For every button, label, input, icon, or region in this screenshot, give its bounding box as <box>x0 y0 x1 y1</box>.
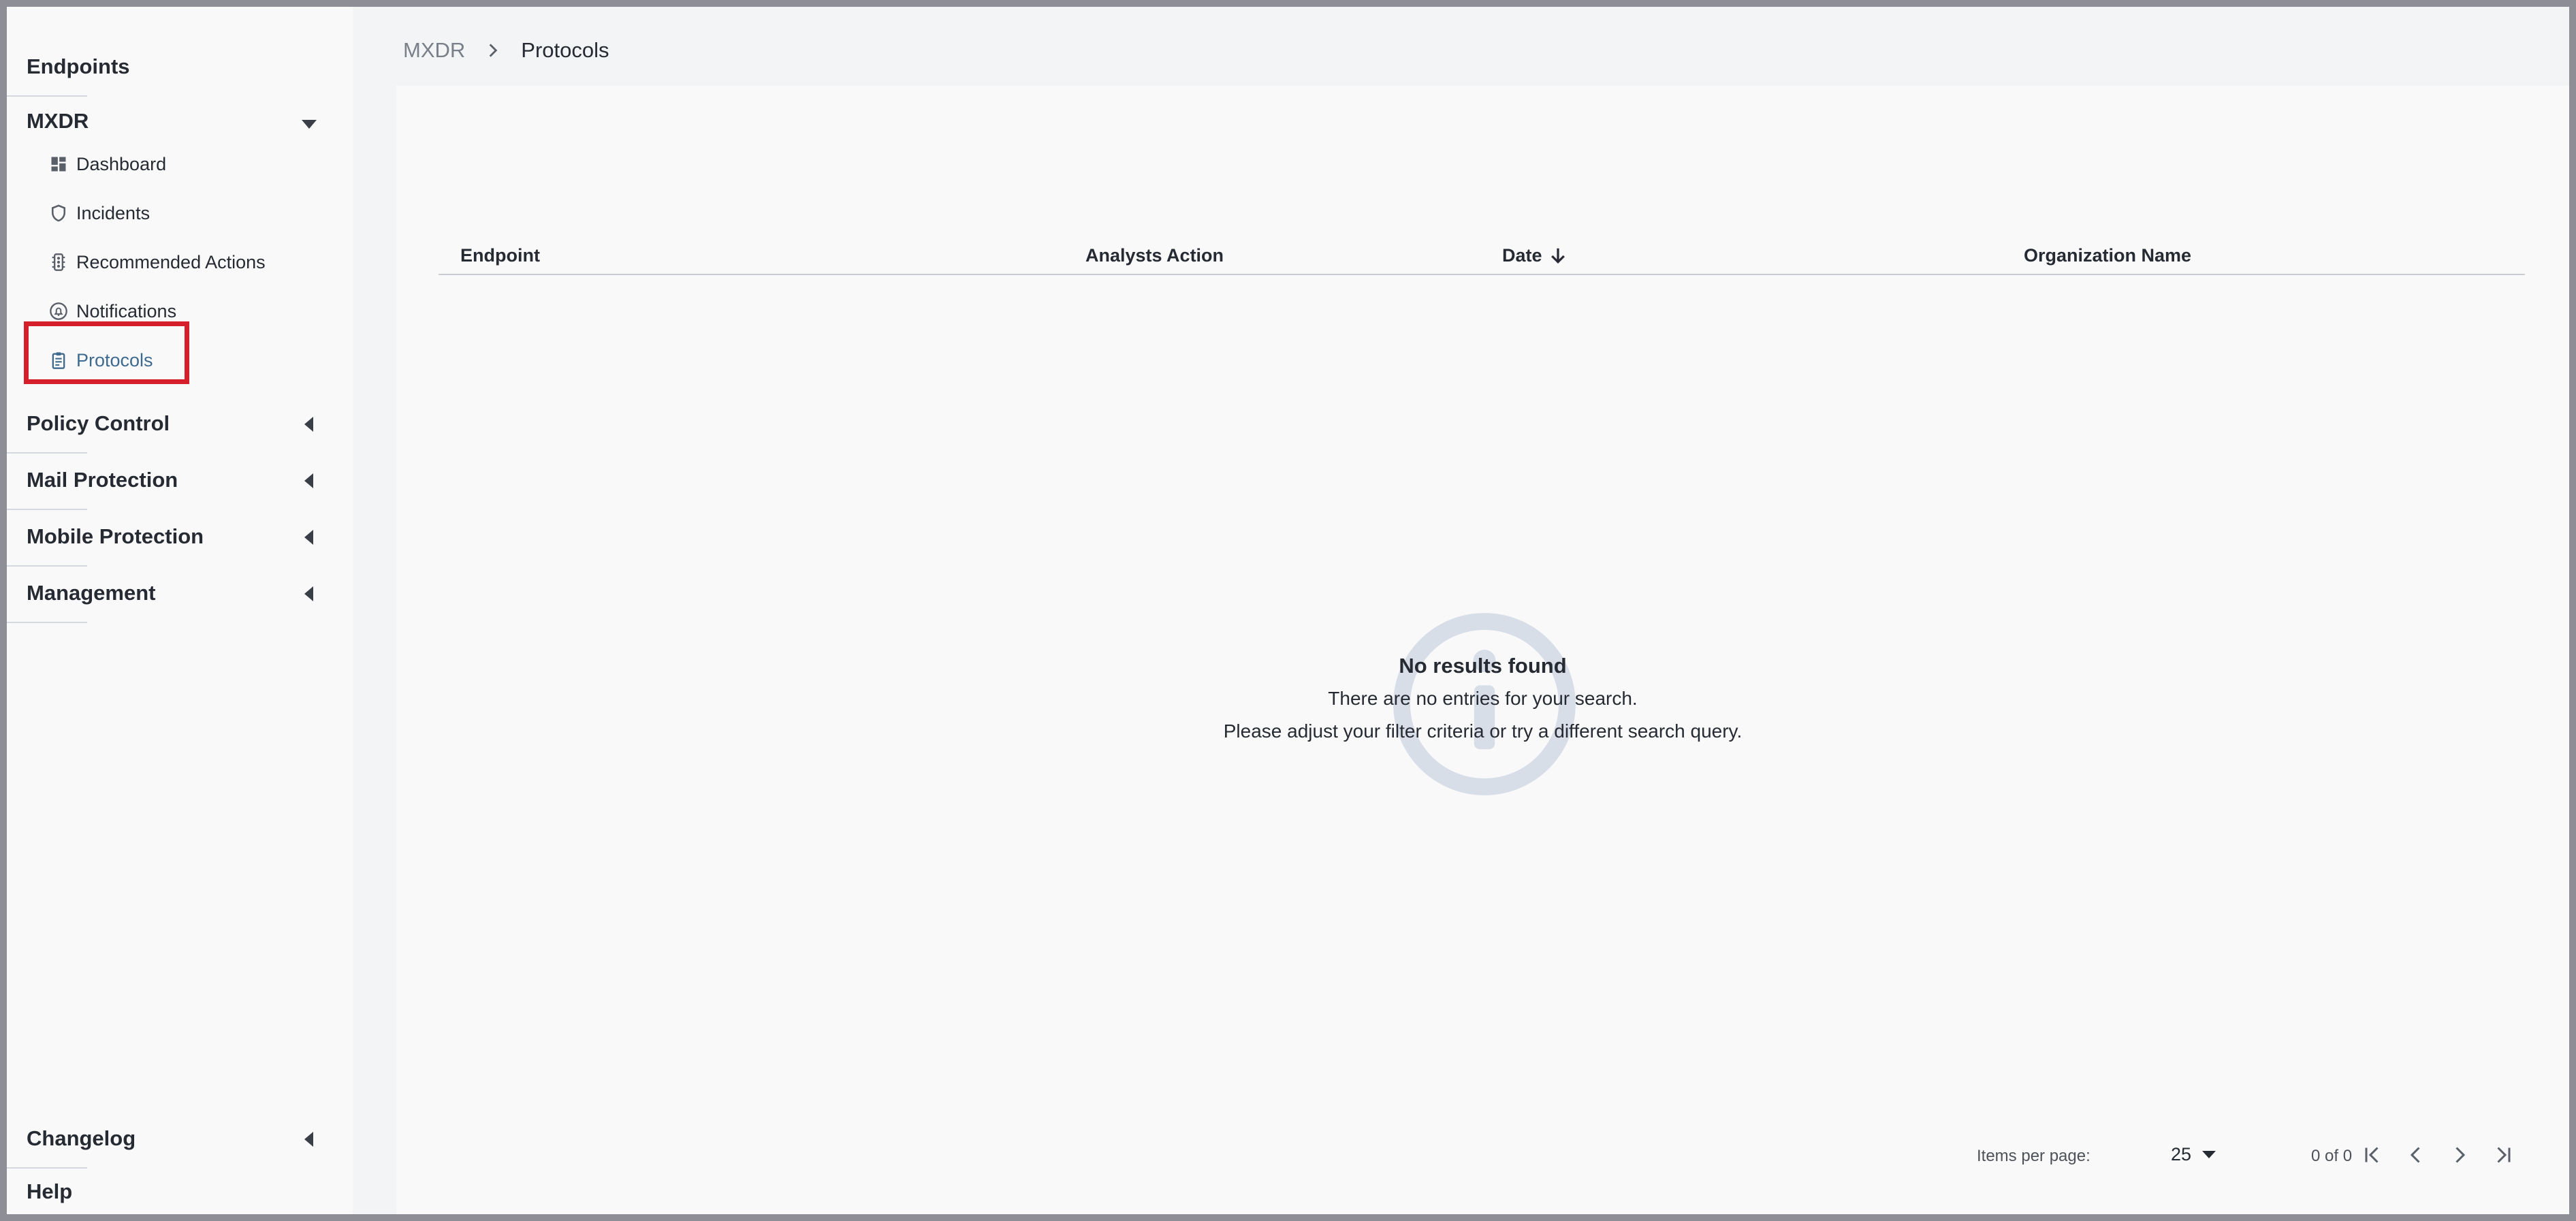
items-per-page-label: Items per page: <box>1977 1147 2090 1165</box>
app-window: Endpoints MXDR Dashboard Incidents Recom… <box>7 7 2569 1214</box>
divider <box>7 509 87 510</box>
column-header-analysts-action[interactable]: Analysts Action <box>1085 245 1224 266</box>
breadcrumb-parent-link[interactable]: MXDR <box>403 38 465 63</box>
column-header-label: Organization Name <box>2024 245 2192 266</box>
sidebar-item-dashboard[interactable]: Dashboard <box>49 145 308 183</box>
page-range-label: 0 of 0 <box>2311 1147 2353 1165</box>
first-page-icon <box>2365 1147 2379 1163</box>
divider <box>7 565 87 567</box>
sidebar-item-label: Dashboard <box>76 153 167 174</box>
divider <box>7 95 87 97</box>
table-header: Endpoint Analysts Action Date Organizati… <box>439 237 2525 275</box>
nav-section-management[interactable]: Management <box>7 571 353 623</box>
nav-section-policy-control[interactable]: Policy Control <box>7 402 353 454</box>
divider <box>7 1167 87 1169</box>
nav-section-mxdr[interactable]: MXDR <box>7 99 353 151</box>
nav-section-endpoints[interactable]: Endpoints <box>7 45 353 97</box>
nav-section-help[interactable]: Help <box>7 1170 353 1214</box>
shield-icon <box>49 204 68 223</box>
column-header-endpoint[interactable]: Endpoint <box>460 245 540 266</box>
column-header-date[interactable]: Date <box>1502 245 1568 266</box>
protocols-table-card: Endpoint Analysts Action Date Organizati… <box>396 86 2569 1214</box>
chevron-left-icon <box>304 417 313 432</box>
bell-circle-icon <box>49 302 68 321</box>
column-header-label: Endpoint <box>460 245 540 266</box>
nav-section-label: MXDR <box>27 109 89 133</box>
chevron-left-icon <box>304 1132 313 1147</box>
active-item-highlight <box>24 321 189 384</box>
chevron-left-icon <box>2410 1147 2420 1163</box>
chevron-left-icon <box>304 586 313 601</box>
nav-section-label: Mail Protection <box>27 468 178 492</box>
breadcrumb: MXDR Protocols <box>403 38 609 63</box>
first-page-button[interactable] <box>2357 1140 2387 1170</box>
sort-descending-icon <box>1551 248 1565 264</box>
nav-section-label: Management <box>27 581 156 605</box>
nav-section-changelog[interactable]: Changelog <box>7 1117 353 1169</box>
column-header-label: Analysts Action <box>1085 245 1224 266</box>
items-per-page-value: 25 <box>2171 1144 2192 1164</box>
sidebar-item-incidents[interactable]: Incidents <box>49 194 308 232</box>
empty-state-hint: Please adjust your filter criteria or tr… <box>1223 720 1743 742</box>
nav-section-mail-protection[interactable]: Mail Protection <box>7 458 353 510</box>
nav-section-label: Endpoints <box>27 54 130 78</box>
chevron-left-icon <box>304 473 313 488</box>
nav-section-label: Mobile Protection <box>27 524 204 548</box>
chevron-down-icon <box>302 120 317 129</box>
main-content: MXDR Protocols Endpoint Analysts Action … <box>353 7 2569 1214</box>
sidebar-item-recommended-actions[interactable]: Recommended Actions <box>49 243 308 281</box>
next-page-button[interactable] <box>2445 1140 2475 1170</box>
divider <box>7 452 87 454</box>
nav-section-mobile-protection[interactable]: Mobile Protection <box>7 515 353 567</box>
chevron-left-icon <box>304 530 313 545</box>
empty-state-title: No results found <box>1399 654 1567 678</box>
chevron-right-icon <box>2455 1147 2466 1163</box>
dashboard-icon <box>49 155 68 174</box>
nav-section-label: Changelog <box>27 1126 136 1150</box>
chevron-down-icon <box>2202 1151 2216 1158</box>
last-page-button[interactable] <box>2488 1140 2518 1170</box>
previous-page-button[interactable] <box>2401 1140 2431 1170</box>
nav-section-label: Help <box>27 1179 73 1203</box>
column-header-organization-name[interactable]: Organization Name <box>2024 245 2191 266</box>
breadcrumb-current: Protocols <box>521 38 609 62</box>
chevron-right-icon <box>489 44 498 57</box>
sidebar-item-label: Recommended Actions <box>76 251 266 272</box>
paginator: Items per page: 25 0 of 0 <box>396 1132 2569 1173</box>
sidebar-item-label: Incidents <box>76 202 150 223</box>
empty-state-message: There are no entries for your search. <box>1328 688 1638 709</box>
sidebar: Endpoints MXDR Dashboard Incidents Recom… <box>7 7 353 1214</box>
nav-section-label: Policy Control <box>27 411 170 435</box>
column-header-label: Date <box>1502 245 1542 266</box>
traffic-light-icon <box>49 253 68 272</box>
last-page-icon <box>2497 1147 2511 1163</box>
sidebar-item-label: Notifications <box>76 300 177 321</box>
divider <box>7 622 87 623</box>
